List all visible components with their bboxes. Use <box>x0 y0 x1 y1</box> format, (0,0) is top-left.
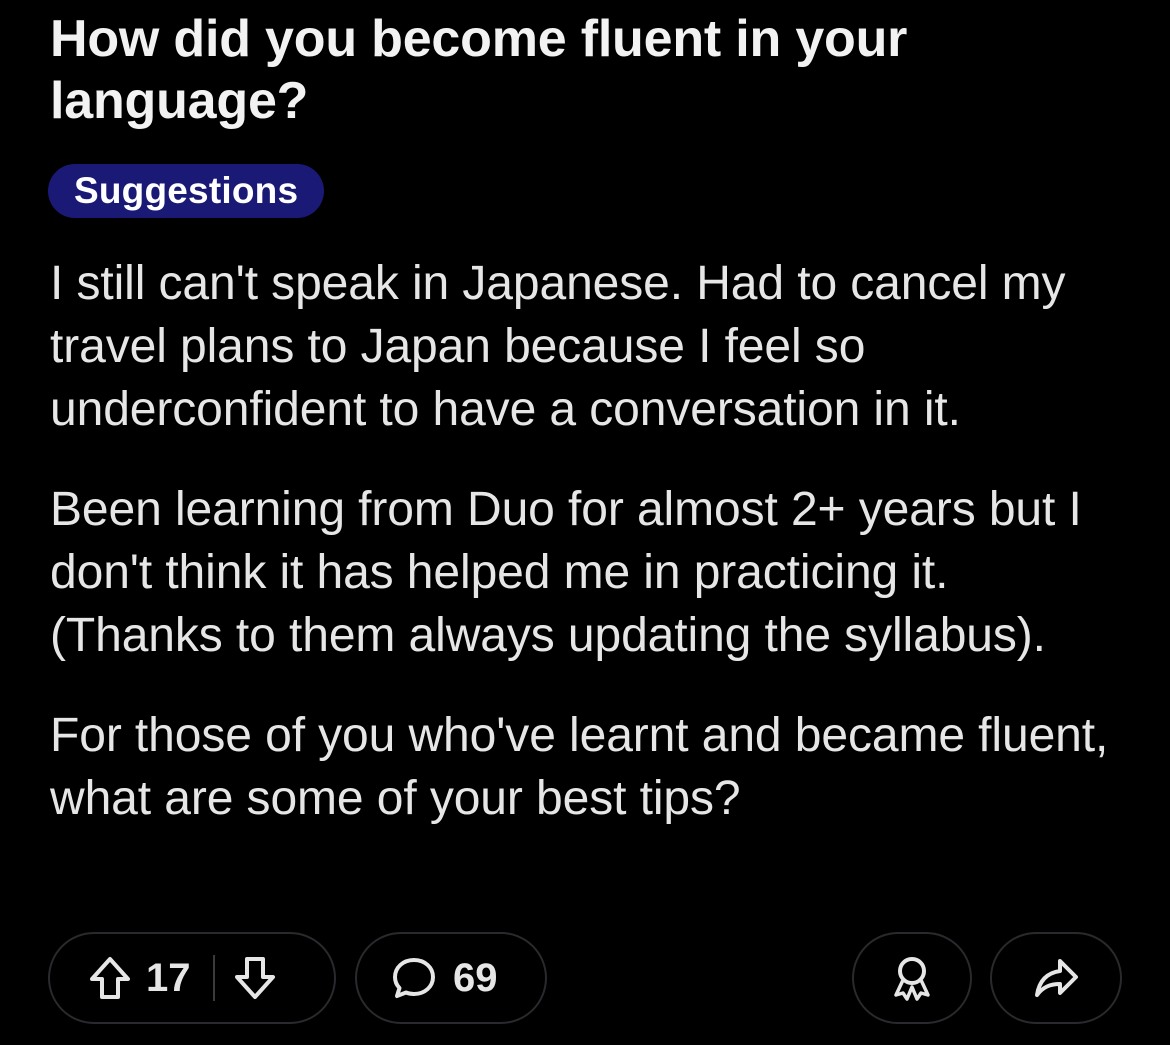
share-arrow-icon <box>1035 959 1078 997</box>
post: How did you become fluent in your langua… <box>48 8 1130 867</box>
action-bar: 17 69 <box>48 932 1122 1028</box>
flair-badge[interactable]: Suggestions <box>48 164 325 218</box>
downvote-button[interactable] <box>233 955 277 1001</box>
comment-icon-wrap <box>391 955 437 1001</box>
share-button[interactable] <box>990 932 1122 1024</box>
award-button[interactable] <box>852 932 972 1024</box>
arrow-up-outline-icon <box>90 957 130 999</box>
vote-divider <box>212 955 215 1001</box>
comment-count: 69 <box>453 955 498 1000</box>
upvote-button[interactable] <box>88 955 132 1001</box>
post-paragraph: I still can't speak in Japanese. Had to … <box>50 257 1066 436</box>
arrow-down-outline-icon <box>234 957 275 999</box>
post-paragraph: For those of you who've learnt and becam… <box>50 709 1109 825</box>
award-ribbon-icon <box>894 957 930 1001</box>
post-body: I still can't speak in Japanese. Had to … <box>50 252 1130 830</box>
post-paragraph: Been learning from Duo for almost 2+ yea… <box>50 483 1082 662</box>
comments-button[interactable]: 69 <box>355 932 547 1024</box>
post-title[interactable]: How did you become fluent in your langua… <box>50 8 1130 132</box>
speech-bubble-icon <box>393 958 435 998</box>
vote-count: 17 <box>146 955 191 1000</box>
vote-control: 17 <box>48 932 336 1024</box>
